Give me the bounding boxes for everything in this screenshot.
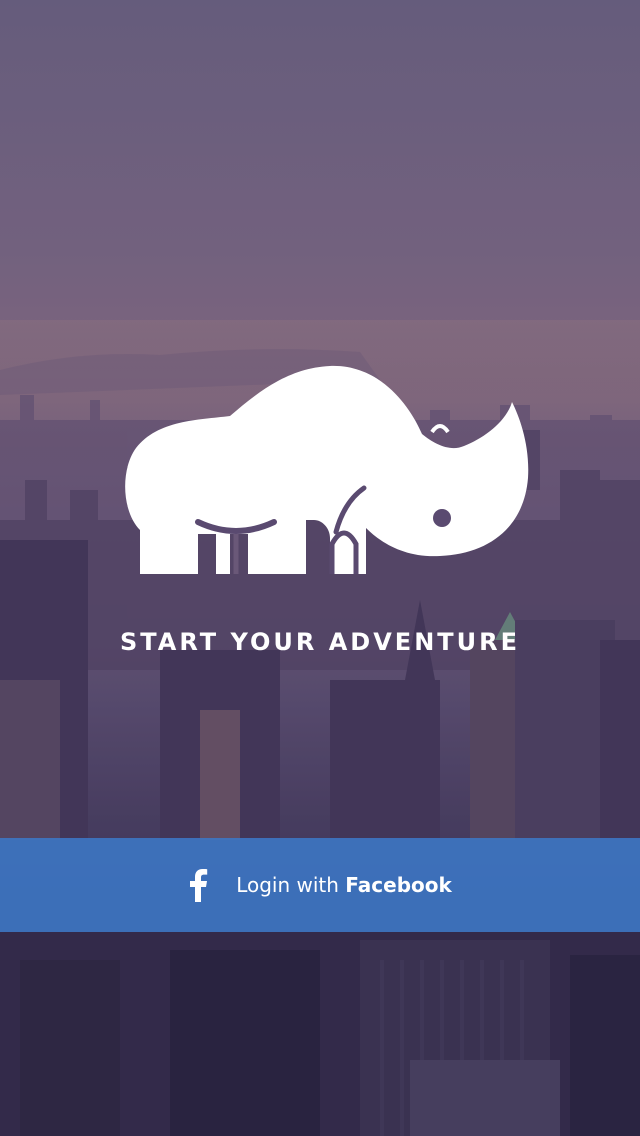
- rhino-icon: [125, 365, 529, 574]
- login-provider: Facebook: [345, 873, 452, 897]
- tagline: START YOUR ADVENTURE: [119, 628, 521, 656]
- login-prefix: Login with: [236, 873, 346, 897]
- facebook-login-button[interactable]: Login with Facebook: [0, 838, 640, 932]
- splash-content: START YOUR ADVENTURE Login with Facebook: [0, 0, 640, 1136]
- facebook-icon: [190, 869, 208, 902]
- splash-screen: START YOUR ADVENTURE Login with Facebook: [0, 0, 640, 1136]
- facebook-login-label: Login with Facebook: [236, 873, 452, 897]
